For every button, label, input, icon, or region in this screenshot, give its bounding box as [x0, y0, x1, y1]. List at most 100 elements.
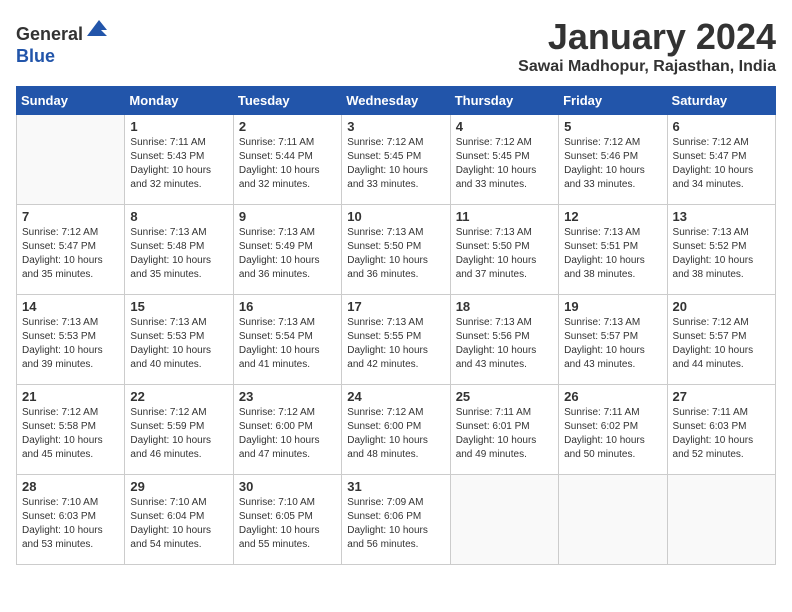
- calendar-cell: 11 Sunrise: 7:13 AM Sunset: 5:50 PM Dayli…: [450, 205, 558, 295]
- calendar-cell: 13 Sunrise: 7:13 AM Sunset: 5:52 PM Dayli…: [667, 205, 775, 295]
- day-info: Sunrise: 7:13 AM Sunset: 5:55 PM Dayligh…: [347, 316, 444, 372]
- calendar-cell: 27 Sunrise: 7:11 AM Sunset: 6:03 PM Dayli…: [667, 385, 775, 475]
- calendar-cell: 25 Sunrise: 7:11 AM Sunset: 6:01 PM Dayli…: [450, 385, 558, 475]
- day-info: Sunrise: 7:12 AM Sunset: 5:45 PM Dayligh…: [347, 136, 444, 192]
- weekday-header-row: SundayMondayTuesdayWednesdayThursdayFrid…: [17, 87, 776, 115]
- day-number: 6: [673, 119, 770, 134]
- logo-icon: [85, 16, 109, 40]
- day-number: 17: [347, 299, 444, 314]
- week-row-4: 28Sunrise: 7:10 AM Sunset: 6:03 PM Dayli…: [17, 475, 776, 565]
- calendar-cell: 10 Sunrise: 7:13 AM Sunset: 5:50 PM Dayli…: [342, 205, 450, 295]
- calendar-body: 1Sunrise: 7:11 AM Sunset: 5:43 PM Daylig…: [17, 115, 776, 565]
- calendar-cell: 22 Sunrise: 7:12 AM Sunset: 5:59 PM Dayli…: [125, 385, 233, 475]
- day-number: 23: [239, 389, 336, 404]
- logo: General Blue: [16, 16, 109, 67]
- day-info: Sunrise: 7:13 AM Sunset: 5:53 PM Dayligh…: [130, 316, 227, 372]
- day-number: 25: [456, 389, 553, 404]
- day-info: Sunrise: 7:12 AM Sunset: 5:47 PM Dayligh…: [673, 136, 770, 192]
- calendar-cell: 4 Sunrise: 7:12 AM Sunset: 5:45 PM Daylig…: [450, 115, 558, 205]
- day-info: Sunrise: 7:13 AM Sunset: 5:52 PM Dayligh…: [673, 226, 770, 282]
- day-info: Sunrise: 7:10 AM Sunset: 6:05 PM Dayligh…: [239, 496, 336, 552]
- calendar-table: SundayMondayTuesdayWednesdayThursdayFrid…: [16, 86, 776, 565]
- week-row-2: 14Sunrise: 7:13 AM Sunset: 5:53 PM Dayli…: [17, 295, 776, 385]
- day-info: Sunrise: 7:10 AM Sunset: 6:03 PM Dayligh…: [22, 496, 119, 552]
- calendar-cell: 9 Sunrise: 7:13 AM Sunset: 5:49 PM Daylig…: [233, 205, 341, 295]
- calendar-cell: 23 Sunrise: 7:12 AM Sunset: 6:00 PM Dayli…: [233, 385, 341, 475]
- day-info: Sunrise: 7:13 AM Sunset: 5:50 PM Dayligh…: [456, 226, 553, 282]
- calendar-cell: 3 Sunrise: 7:12 AM Sunset: 5:45 PM Daylig…: [342, 115, 450, 205]
- day-info: Sunrise: 7:13 AM Sunset: 5:48 PM Dayligh…: [130, 226, 227, 282]
- day-number: 1: [130, 119, 227, 134]
- calendar-cell: 18 Sunrise: 7:13 AM Sunset: 5:56 PM Dayli…: [450, 295, 558, 385]
- day-info: Sunrise: 7:12 AM Sunset: 6:00 PM Dayligh…: [347, 406, 444, 462]
- day-info: Sunrise: 7:13 AM Sunset: 5:56 PM Dayligh…: [456, 316, 553, 372]
- calendar-cell: 21 Sunrise: 7:12 AM Sunset: 5:58 PM Dayli…: [17, 385, 125, 475]
- day-number: 15: [130, 299, 227, 314]
- day-number: 5: [564, 119, 661, 134]
- day-info: Sunrise: 7:11 AM Sunset: 6:01 PM Dayligh…: [456, 406, 553, 462]
- calendar-cell: 14Sunrise: 7:13 AM Sunset: 5:53 PM Dayli…: [17, 295, 125, 385]
- day-info: Sunrise: 7:11 AM Sunset: 6:03 PM Dayligh…: [673, 406, 770, 462]
- calendar-cell: 12 Sunrise: 7:13 AM Sunset: 5:51 PM Dayli…: [559, 205, 667, 295]
- calendar-cell: [17, 115, 125, 205]
- calendar-cell: 15 Sunrise: 7:13 AM Sunset: 5:53 PM Dayli…: [125, 295, 233, 385]
- day-info: Sunrise: 7:13 AM Sunset: 5:53 PM Dayligh…: [22, 316, 119, 372]
- day-number: 20: [673, 299, 770, 314]
- day-number: 8: [130, 209, 227, 224]
- calendar-cell: 30Sunrise: 7:10 AM Sunset: 6:05 PM Dayli…: [233, 475, 341, 565]
- day-number: 19: [564, 299, 661, 314]
- day-number: 21: [22, 389, 119, 404]
- day-number: 27: [673, 389, 770, 404]
- day-number: 11: [456, 209, 553, 224]
- day-number: 22: [130, 389, 227, 404]
- day-number: 26: [564, 389, 661, 404]
- calendar-cell: [450, 475, 558, 565]
- day-number: 29: [130, 479, 227, 494]
- day-number: 12: [564, 209, 661, 224]
- day-info: Sunrise: 7:12 AM Sunset: 5:57 PM Dayligh…: [673, 316, 770, 372]
- day-info: Sunrise: 7:12 AM Sunset: 6:00 PM Dayligh…: [239, 406, 336, 462]
- weekday-header-sunday: Sunday: [17, 87, 125, 115]
- week-row-0: 1Sunrise: 7:11 AM Sunset: 5:43 PM Daylig…: [17, 115, 776, 205]
- day-number: 9: [239, 209, 336, 224]
- day-info: Sunrise: 7:12 AM Sunset: 5:45 PM Dayligh…: [456, 136, 553, 192]
- day-number: 13: [673, 209, 770, 224]
- day-info: Sunrise: 7:11 AM Sunset: 6:02 PM Dayligh…: [564, 406, 661, 462]
- calendar-title: January 2024: [518, 16, 776, 58]
- day-number: 18: [456, 299, 553, 314]
- logo-blue: Blue: [16, 46, 55, 66]
- calendar-cell: 24Sunrise: 7:12 AM Sunset: 6:00 PM Dayli…: [342, 385, 450, 475]
- day-info: Sunrise: 7:13 AM Sunset: 5:57 PM Dayligh…: [564, 316, 661, 372]
- day-number: 3: [347, 119, 444, 134]
- day-number: 2: [239, 119, 336, 134]
- day-info: Sunrise: 7:13 AM Sunset: 5:50 PM Dayligh…: [347, 226, 444, 282]
- day-info: Sunrise: 7:13 AM Sunset: 5:51 PM Dayligh…: [564, 226, 661, 282]
- day-number: 10: [347, 209, 444, 224]
- calendar-cell: 8 Sunrise: 7:13 AM Sunset: 5:48 PM Daylig…: [125, 205, 233, 295]
- day-info: Sunrise: 7:11 AM Sunset: 5:44 PM Dayligh…: [239, 136, 336, 192]
- day-info: Sunrise: 7:12 AM Sunset: 5:59 PM Dayligh…: [130, 406, 227, 462]
- calendar-cell: 7Sunrise: 7:12 AM Sunset: 5:47 PM Daylig…: [17, 205, 125, 295]
- day-number: 16: [239, 299, 336, 314]
- calendar-cell: [559, 475, 667, 565]
- day-info: Sunrise: 7:13 AM Sunset: 5:54 PM Dayligh…: [239, 316, 336, 372]
- calendar-subtitle: Sawai Madhopur, Rajasthan, India: [518, 58, 776, 76]
- calendar-cell: 29Sunrise: 7:10 AM Sunset: 6:04 PM Dayli…: [125, 475, 233, 565]
- calendar-cell: 19 Sunrise: 7:13 AM Sunset: 5:57 PM Dayli…: [559, 295, 667, 385]
- day-info: Sunrise: 7:09 AM Sunset: 6:06 PM Dayligh…: [347, 496, 444, 552]
- weekday-header-saturday: Saturday: [667, 87, 775, 115]
- weekday-header-tuesday: Tuesday: [233, 87, 341, 115]
- day-number: 4: [456, 119, 553, 134]
- weekday-header-thursday: Thursday: [450, 87, 558, 115]
- day-info: Sunrise: 7:12 AM Sunset: 5:58 PM Dayligh…: [22, 406, 119, 462]
- week-row-1: 7Sunrise: 7:12 AM Sunset: 5:47 PM Daylig…: [17, 205, 776, 295]
- day-number: 31: [347, 479, 444, 494]
- day-info: Sunrise: 7:13 AM Sunset: 5:49 PM Dayligh…: [239, 226, 336, 282]
- calendar-cell: 26 Sunrise: 7:11 AM Sunset: 6:02 PM Dayli…: [559, 385, 667, 475]
- week-row-3: 21 Sunrise: 7:12 AM Sunset: 5:58 PM Dayli…: [17, 385, 776, 475]
- calendar-cell: [667, 475, 775, 565]
- calendar-cell: 6 Sunrise: 7:12 AM Sunset: 5:47 PM Daylig…: [667, 115, 775, 205]
- title-block: January 2024 Sawai Madhopur, Rajasthan, …: [518, 16, 776, 76]
- day-info: Sunrise: 7:12 AM Sunset: 5:46 PM Dayligh…: [564, 136, 661, 192]
- calendar-cell: 28Sunrise: 7:10 AM Sunset: 6:03 PM Dayli…: [17, 475, 125, 565]
